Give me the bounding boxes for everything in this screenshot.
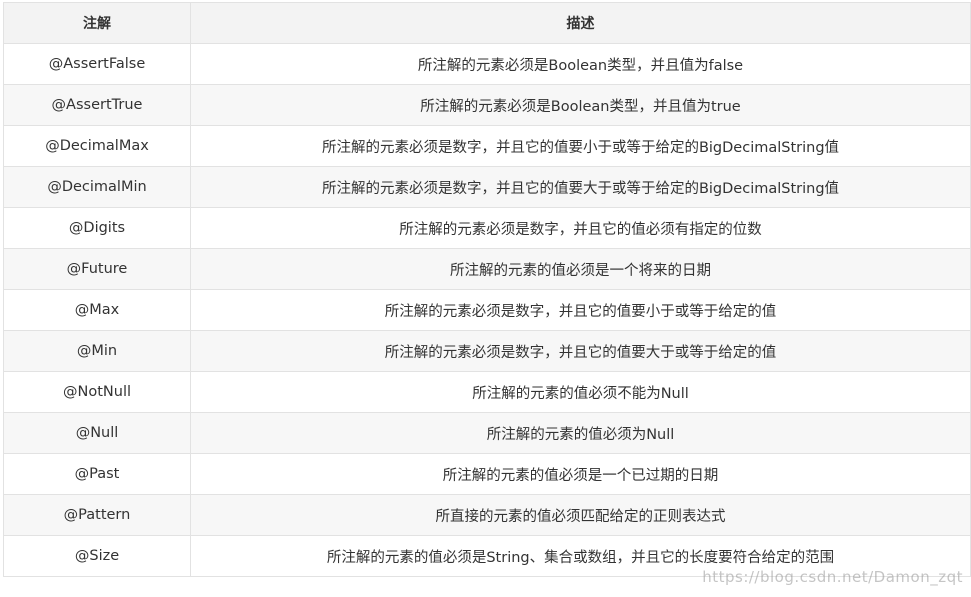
annotation-cell: @Size bbox=[3, 535, 191, 577]
annotation-table-container: 注解 描述 @AssertFalse 所注解的元素必须是Boolean类型，并且… bbox=[3, 2, 971, 577]
annotation-cell: @Max bbox=[3, 289, 191, 331]
table-row: @Past 所注解的元素的值必须是一个已过期的日期 bbox=[3, 453, 971, 495]
table-row: @Max 所注解的元素必须是数字，并且它的值要小于或等于给定的值 bbox=[3, 289, 971, 331]
description-cell: 所注解的元素的值必须是一个已过期的日期 bbox=[190, 453, 971, 495]
description-cell: 所注解的元素必须是数字，并且它的值要大于或等于给定的BigDecimalStri… bbox=[190, 166, 971, 208]
description-cell: 所注解的元素必须是数字，并且它的值要小于或等于给定的BigDecimalStri… bbox=[190, 125, 971, 167]
annotation-cell: @Pattern bbox=[3, 494, 191, 536]
description-cell: 所注解的元素的值必须不能为Null bbox=[190, 371, 971, 413]
annotation-cell: @Min bbox=[3, 330, 191, 372]
annotation-cell: @DecimalMin bbox=[3, 166, 191, 208]
table-row: @Future 所注解的元素的值必须是一个将来的日期 bbox=[3, 248, 971, 290]
table-row: @AssertTrue 所注解的元素必须是Boolean类型，并且值为true bbox=[3, 84, 971, 126]
table-row: @NotNull 所注解的元素的值必须不能为Null bbox=[3, 371, 971, 413]
table-row: @AssertFalse 所注解的元素必须是Boolean类型，并且值为fals… bbox=[3, 43, 971, 85]
table-header-row: 注解 描述 bbox=[3, 2, 971, 44]
annotation-cell: @Null bbox=[3, 412, 191, 454]
table-row: @DecimalMax 所注解的元素必须是数字，并且它的值要小于或等于给定的Bi… bbox=[3, 125, 971, 167]
annotation-cell: @DecimalMax bbox=[3, 125, 191, 167]
description-cell: 所注解的元素必须是数字，并且它的值必须有指定的位数 bbox=[190, 207, 971, 249]
annotation-table: 注解 描述 @AssertFalse 所注解的元素必须是Boolean类型，并且… bbox=[3, 2, 971, 577]
table-row: @Pattern 所直接的元素的值必须匹配给定的正则表达式 bbox=[3, 494, 971, 536]
blog-watermark: https://blog.csdn.net/Damon_zqt bbox=[702, 568, 963, 586]
description-cell: 所注解的元素必须是Boolean类型，并且值为true bbox=[190, 84, 971, 126]
table-row: @Min 所注解的元素必须是数字，并且它的值要大于或等于给定的值 bbox=[3, 330, 971, 372]
description-cell: 所注解的元素必须是Boolean类型，并且值为false bbox=[190, 43, 971, 85]
annotation-cell: @AssertFalse bbox=[3, 43, 191, 85]
annotation-cell: @Digits bbox=[3, 207, 191, 249]
header-description: 描述 bbox=[190, 2, 971, 44]
description-cell: 所注解的元素的值必须是一个将来的日期 bbox=[190, 248, 971, 290]
description-cell: 所注解的元素必须是数字，并且它的值要大于或等于给定的值 bbox=[190, 330, 971, 372]
description-cell: 所注解的元素必须是数字，并且它的值要小于或等于给定的值 bbox=[190, 289, 971, 331]
description-cell: 所直接的元素的值必须匹配给定的正则表达式 bbox=[190, 494, 971, 536]
annotation-cell: @AssertTrue bbox=[3, 84, 191, 126]
header-annotation: 注解 bbox=[3, 2, 191, 44]
table-row: @DecimalMin 所注解的元素必须是数字，并且它的值要大于或等于给定的Bi… bbox=[3, 166, 971, 208]
table-row: @Digits 所注解的元素必须是数字，并且它的值必须有指定的位数 bbox=[3, 207, 971, 249]
annotation-cell: @Past bbox=[3, 453, 191, 495]
annotation-cell: @Future bbox=[3, 248, 191, 290]
annotation-cell: @NotNull bbox=[3, 371, 191, 413]
table-row: @Null 所注解的元素的值必须为Null bbox=[3, 412, 971, 454]
description-cell: 所注解的元素的值必须为Null bbox=[190, 412, 971, 454]
